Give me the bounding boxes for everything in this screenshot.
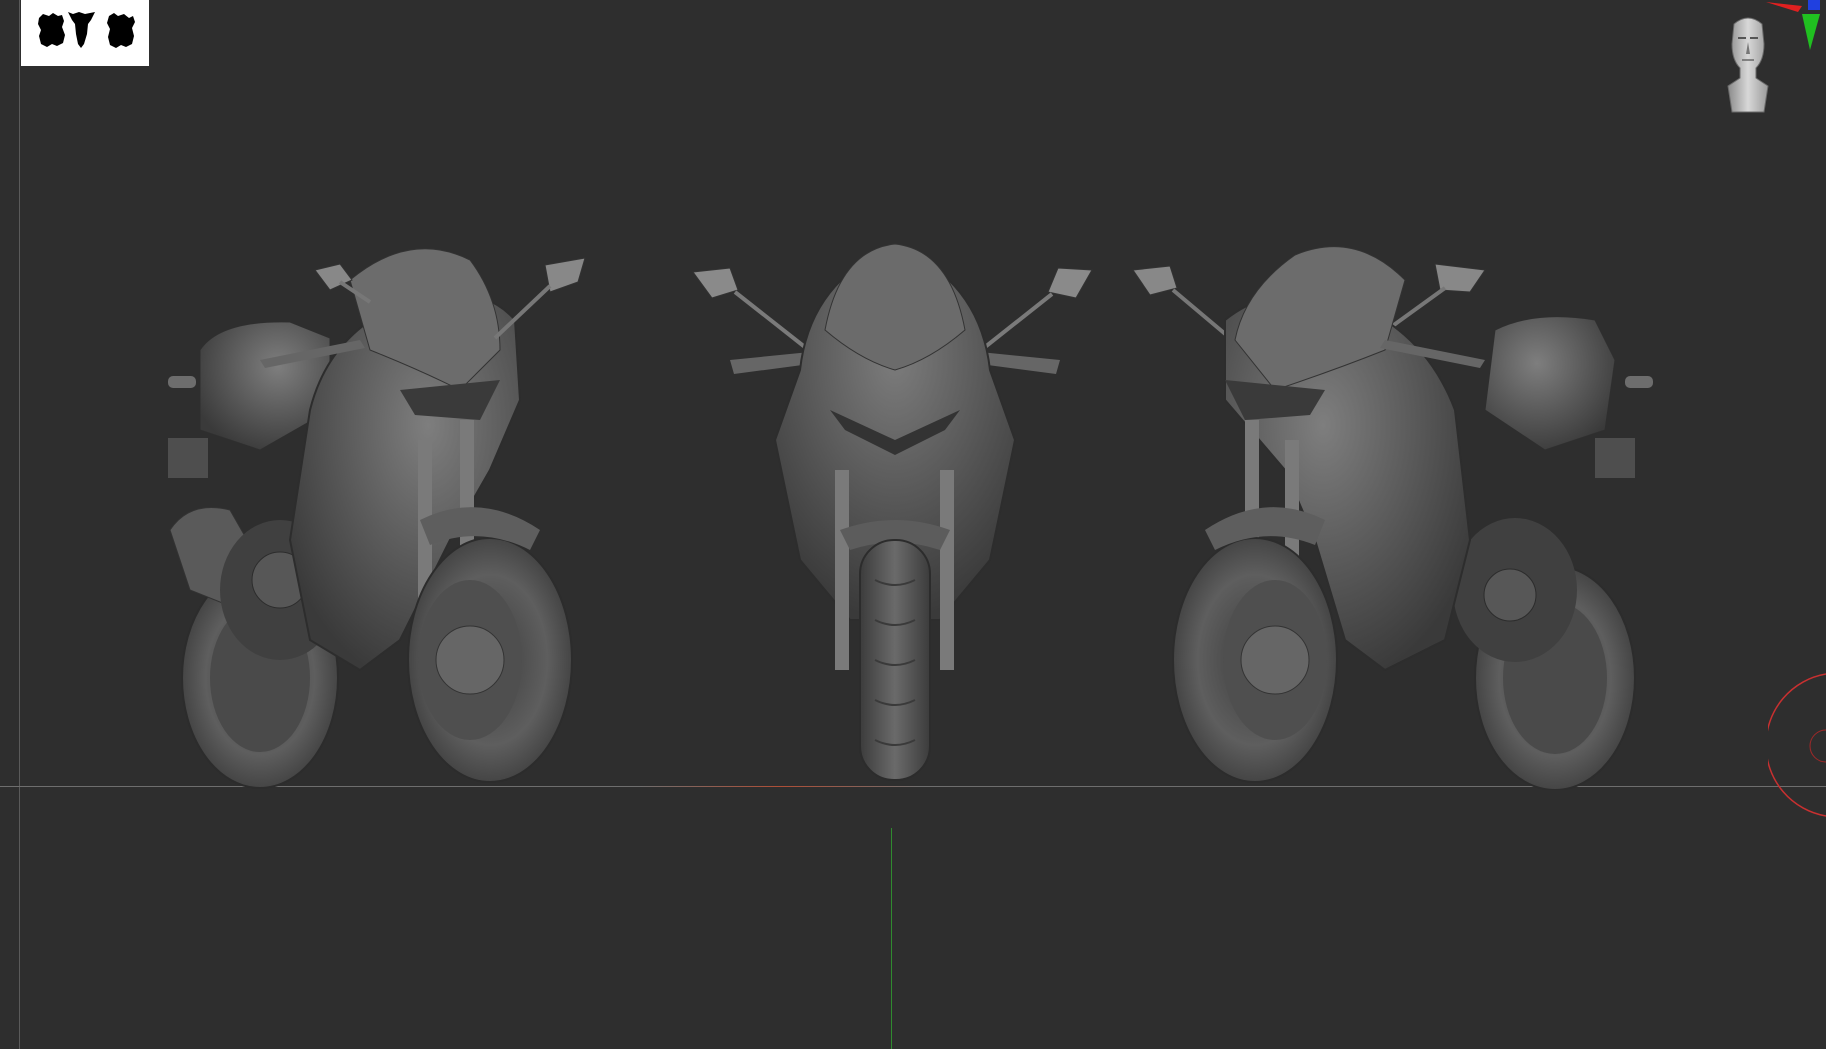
grid-line-vertical (19, 0, 20, 1049)
motorcycle-model-front[interactable] (690, 240, 1100, 790)
motorcycle-icon (168, 248, 586, 789)
axis-gizmo-icon (1766, 0, 1820, 50)
motorcycle-icon (1132, 246, 1653, 791)
motorcycle-model-right[interactable] (1125, 240, 1670, 791)
model-thumbnail-icon (38, 12, 135, 48)
rotate-ring-icon (1765, 673, 1826, 817)
axis-gizmo[interactable] (1762, 0, 1826, 60)
model-thumbnail[interactable] (21, 0, 149, 66)
rotate-ring[interactable] (1765, 672, 1826, 818)
motorcycle-icon (692, 243, 1093, 781)
motorcycle-model-left[interactable] (160, 240, 600, 790)
y-axis-line (891, 828, 892, 1049)
3d-viewport[interactable] (0, 0, 1826, 1049)
